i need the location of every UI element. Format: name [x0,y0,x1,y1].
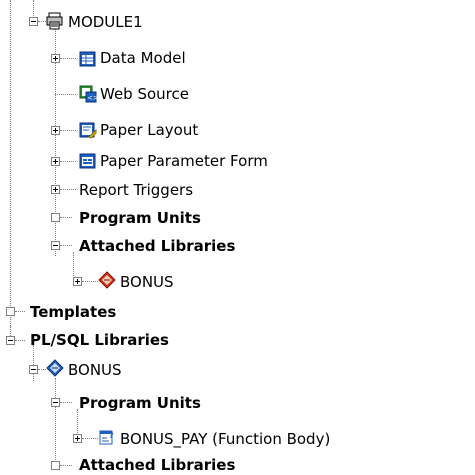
tree-branch [60,161,76,162]
library-icon [46,359,64,377]
tree-item-plsql-libraries[interactable]: PL/SQL Libraries [30,330,169,350]
expand-toggle-paper-layout[interactable] [51,126,60,135]
expand-toggle-report-triggers[interactable] [51,185,60,194]
web-source-icon: <> [79,85,97,103]
tree-item-web-source[interactable]: Web Source [100,84,189,104]
library-icon [98,271,116,289]
svg-text:?: ? [109,431,114,440]
tree-item-bonus-attached[interactable]: BONUS [120,272,174,292]
tree-item-templates[interactable]: Templates [30,302,116,322]
collapse-toggle-bonus-library[interactable] [29,365,38,374]
tree-branch [38,21,46,22]
tree-item-report-triggers[interactable]: Report Triggers [79,180,193,200]
tree-item-module1[interactable]: MODULE1 [68,12,143,32]
tree-item-paper-layout[interactable]: Paper Layout [100,120,198,140]
tree-branch [60,189,76,190]
tree-branch [15,311,25,312]
tree-item-program-units[interactable]: Program Units [79,208,201,228]
tree-branch [60,217,72,218]
tree-branch [15,340,25,341]
empty-toggle-program-units[interactable] [51,213,60,222]
paper-parameter-form-icon [79,153,96,169]
tree-branch [60,58,76,59]
tree-branch [60,245,72,246]
tree-item-paper-parameter-form[interactable]: Paper Parameter Form [100,151,268,171]
svg-text:<>: <> [87,94,97,102]
tree-item-bonus-library[interactable]: BONUS [68,360,122,380]
empty-toggle-templates[interactable] [6,307,15,316]
collapse-toggle-plsql-libraries[interactable] [6,336,15,345]
tree-line-root [10,0,11,326]
tree-branch [60,465,72,466]
function-body-icon: ? [99,430,114,445]
expand-toggle-bonus-attached[interactable] [73,277,82,286]
tree-item-attached-libraries[interactable]: Attached Libraries [79,236,235,256]
report-module-icon [46,12,63,30]
tree-item-bonus-pay[interactable]: BONUS_PAY (Function Body) [120,429,330,449]
tree-branch [60,402,72,403]
paper-layout-icon [79,122,97,139]
tree-branch [38,369,46,370]
tree-branch [60,130,76,131]
tree-item-program-units-2[interactable]: Program Units [79,393,201,413]
tree-item-attached-libraries-2[interactable]: Attached Libraries [79,455,235,475]
tree-branch [55,94,76,95]
expand-toggle-data-model[interactable] [51,54,60,63]
expand-toggle-paper-parameter-form[interactable] [51,157,60,166]
expand-toggle-bonus-pay[interactable] [73,434,82,443]
collapse-toggle-attached-libraries[interactable] [51,241,60,250]
tree-branch [82,438,98,439]
empty-toggle-attached-libraries-2[interactable] [51,461,60,470]
collapse-toggle-module1[interactable] [29,17,38,26]
tree-item-data-model[interactable]: Data Model [100,48,186,68]
tree-branch [82,281,98,282]
data-model-icon [79,51,96,67]
tree-line-plsql [33,345,34,381]
collapse-toggle-program-units-2[interactable] [51,398,60,407]
tree-line-bonus [55,378,56,468]
